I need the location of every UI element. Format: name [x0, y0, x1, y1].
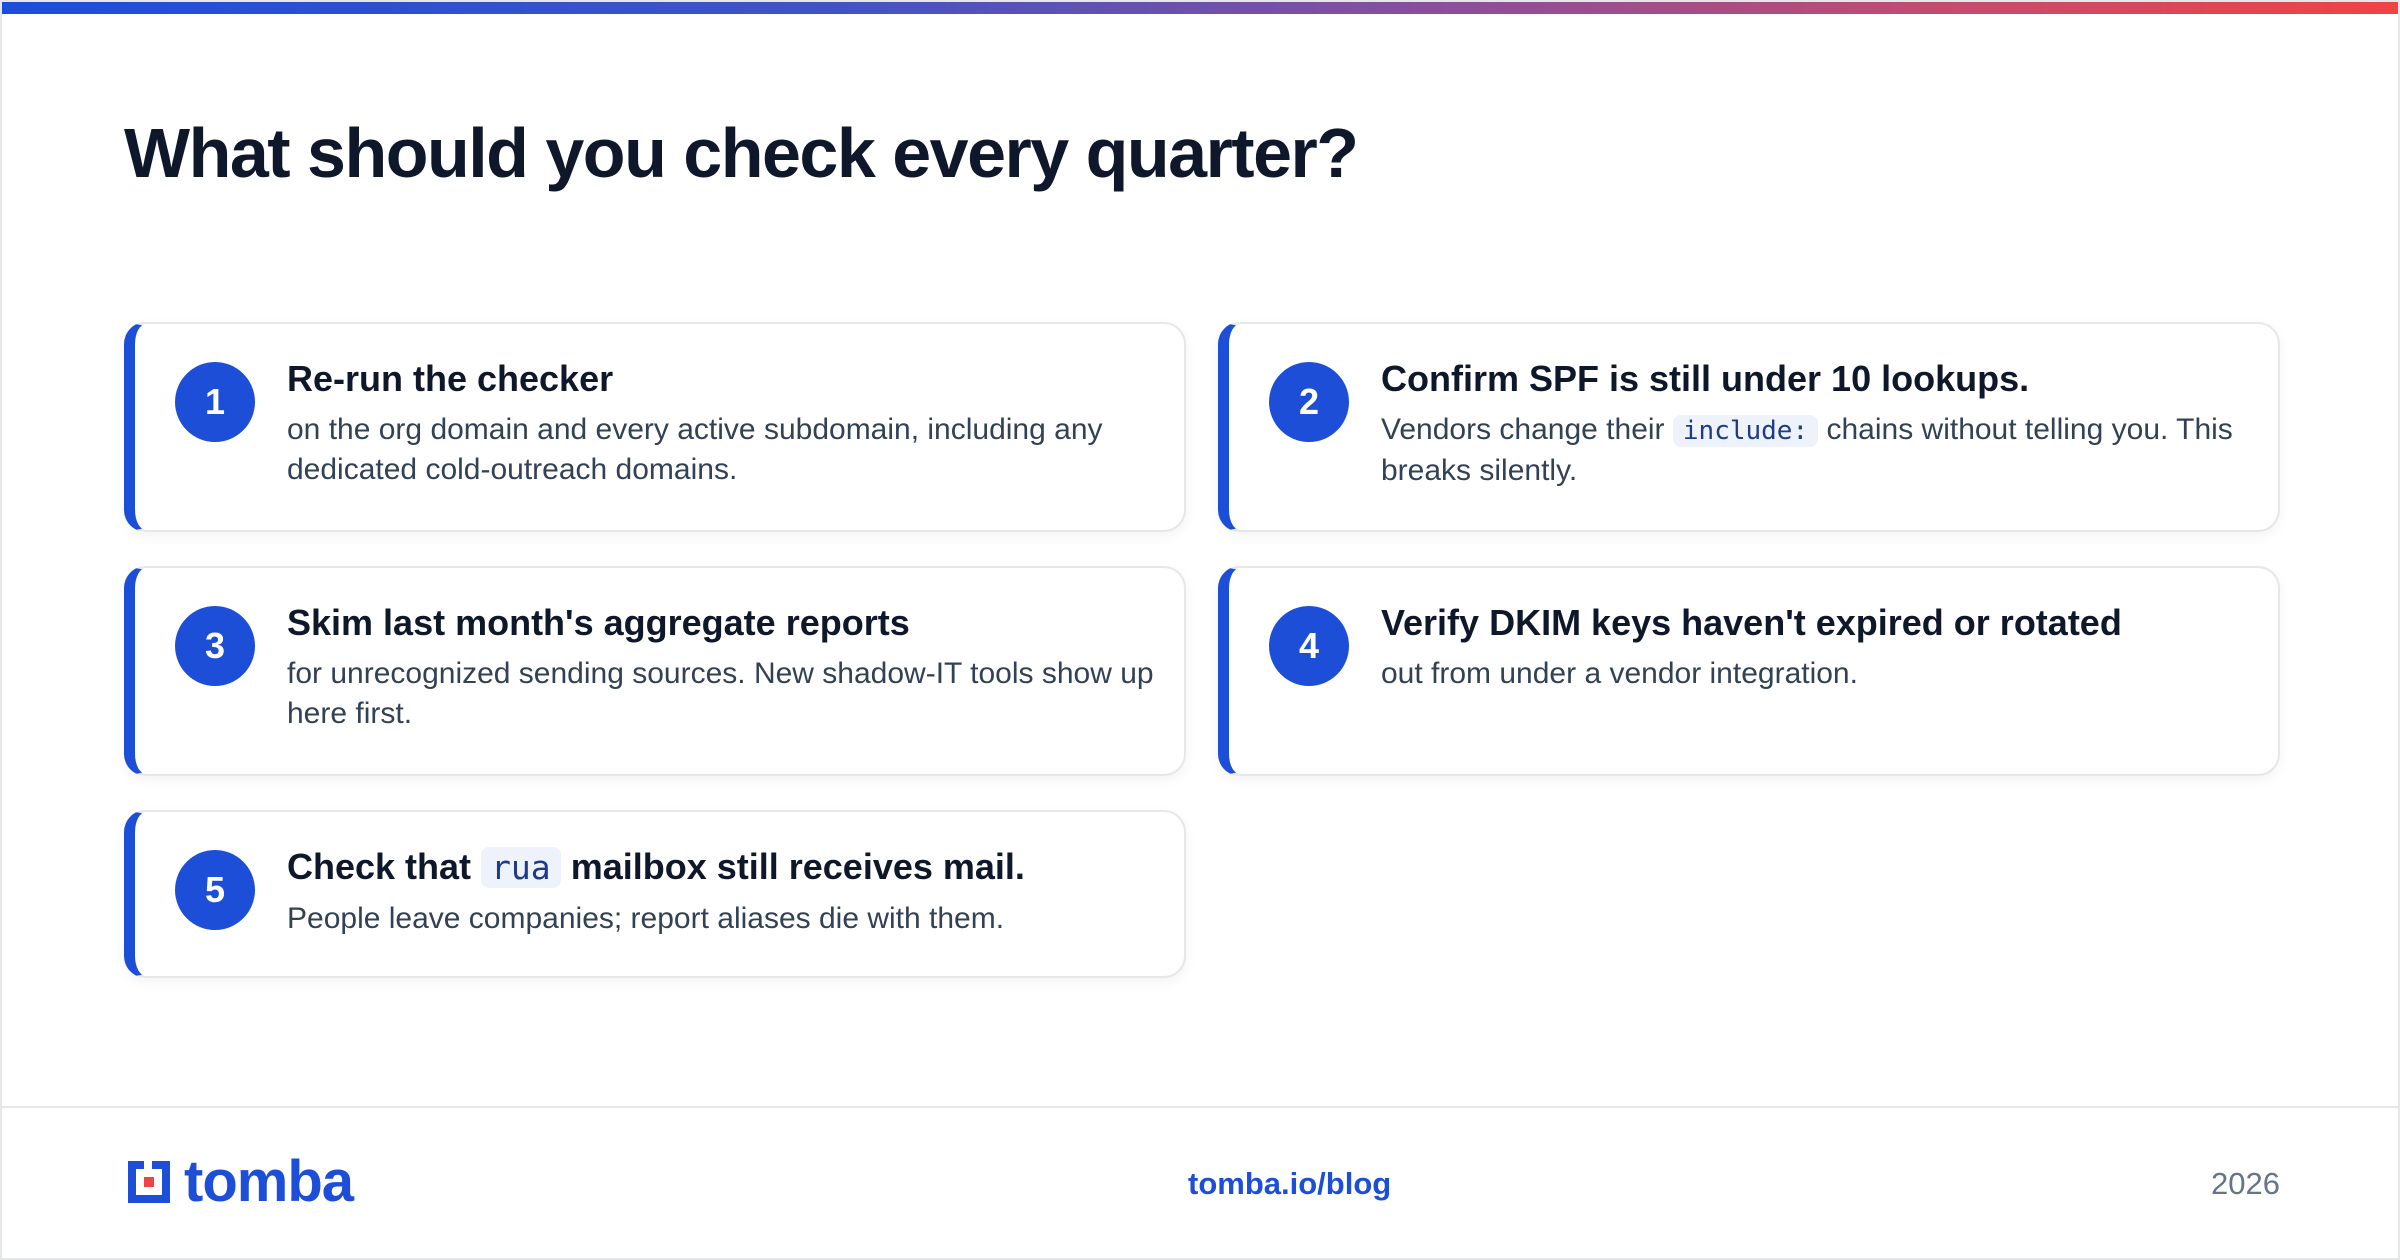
card-description: People leave companies; report aliases d…: [287, 902, 1005, 935]
card-description: for unrecognized sending sources. New sh…: [287, 657, 1154, 730]
title-text: Check that: [287, 846, 472, 887]
card-title: Verify DKIM keys haven't expired or rota…: [1381, 602, 2122, 643]
checklist-card-2: 2 Confirm SPF is still under 10 lookups.…: [1218, 322, 2280, 532]
tomba-logo[interactable]: tomba: [124, 1149, 354, 1214]
footer-divider: [2, 1106, 2398, 1108]
card-title: Skim last month's aggregate reports: [287, 602, 910, 643]
step-number-badge: 3: [175, 606, 255, 686]
card-description: Vendors change their include: chains wit…: [1381, 410, 2248, 491]
card-body: Verify DKIM keys haven't expired or rota…: [1381, 598, 2248, 694]
step-number-badge: 5: [175, 850, 255, 930]
card-title: Confirm SPF is still under 10 lookups.: [1381, 358, 2030, 399]
description-text: Vendors change their: [1381, 413, 1665, 446]
card-title: Check that rua mailbox still receives ma…: [287, 842, 1154, 893]
tomba-logo-mark-icon: [128, 1161, 170, 1203]
logo-wordmark: tomba: [184, 1149, 354, 1214]
step-number-badge: 1: [175, 362, 255, 442]
inline-code: rua: [481, 847, 561, 888]
inline-code: include:: [1672, 415, 1819, 447]
card-body: Re-run the checker on the org domain and…: [287, 354, 1154, 490]
gradient-top-bar: [2, 2, 2398, 14]
checklist-card-5: 5 Check that rua mailbox still receives …: [124, 810, 1186, 978]
page-title: What should you check every quarter?: [124, 114, 1359, 192]
step-number-badge: 2: [1269, 362, 1349, 442]
title-text: mailbox still receives mail.: [570, 846, 1025, 887]
card-body: Confirm SPF is still under 10 lookups. V…: [1381, 354, 2248, 491]
card-title: Re-run the checker: [287, 358, 614, 399]
step-number-badge: 4: [1269, 606, 1349, 686]
blog-link[interactable]: tomba.io/blog: [1188, 1164, 1391, 1204]
footer-year: 2026: [2211, 1166, 2280, 1201]
checklist-card-4: 4 Verify DKIM keys haven't expired or ro…: [1218, 566, 2280, 776]
card-description: out from under a vendor integration.: [1381, 657, 1858, 690]
card-body: Skim last month's aggregate reports for …: [287, 598, 1154, 734]
card-body: Check that rua mailbox still receives ma…: [287, 842, 1154, 939]
card-description: on the org domain and every active subdo…: [287, 413, 1103, 486]
slide: What should you check every quarter? 1 R…: [0, 0, 2400, 1260]
checklist-card-1: 1 Re-run the checker on the org domain a…: [124, 322, 1186, 532]
checklist-card-3: 3 Skim last month's aggregate reports fo…: [124, 566, 1186, 776]
